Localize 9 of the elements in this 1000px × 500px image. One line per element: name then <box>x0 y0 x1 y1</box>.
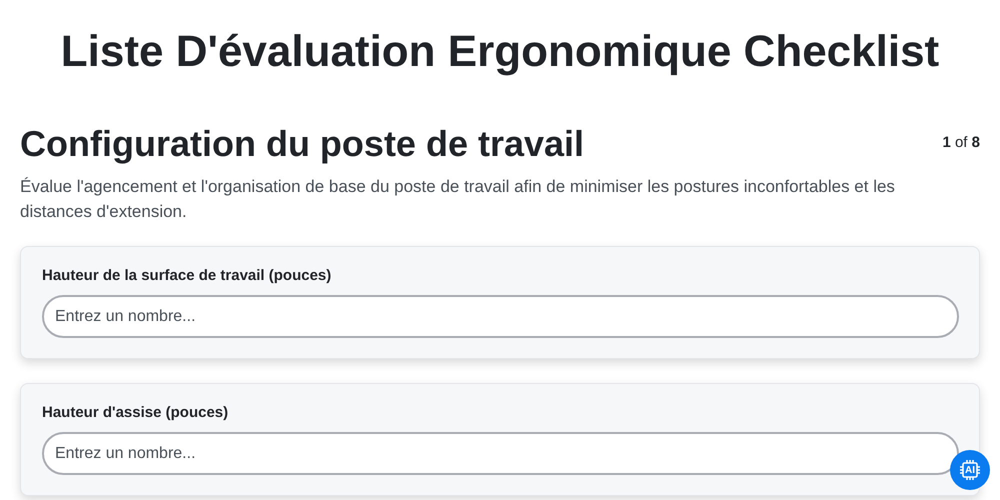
number-input[interactable]: Entrez un nombre... <box>42 295 959 338</box>
number-input[interactable]: Entrez un nombre... <box>42 432 959 475</box>
page-title: Liste D'évaluation Ergonomique Checklist <box>60 26 940 78</box>
question-label: Hauteur de la surface de travail (pouces) <box>42 267 332 285</box>
question-label: Hauteur d'assise (pouces) <box>42 404 230 422</box>
section-description: Évalue l'agencement et l'organisation de base du poste de travail afin de minimiser les postures inconfortables et les distances d'extension. <box>20 176 896 223</box>
progress-counter: 1 of 8 <box>942 134 980 151</box>
chip-icon <box>959 459 981 481</box>
section-heading: Configuration du poste de travail <box>20 122 584 166</box>
